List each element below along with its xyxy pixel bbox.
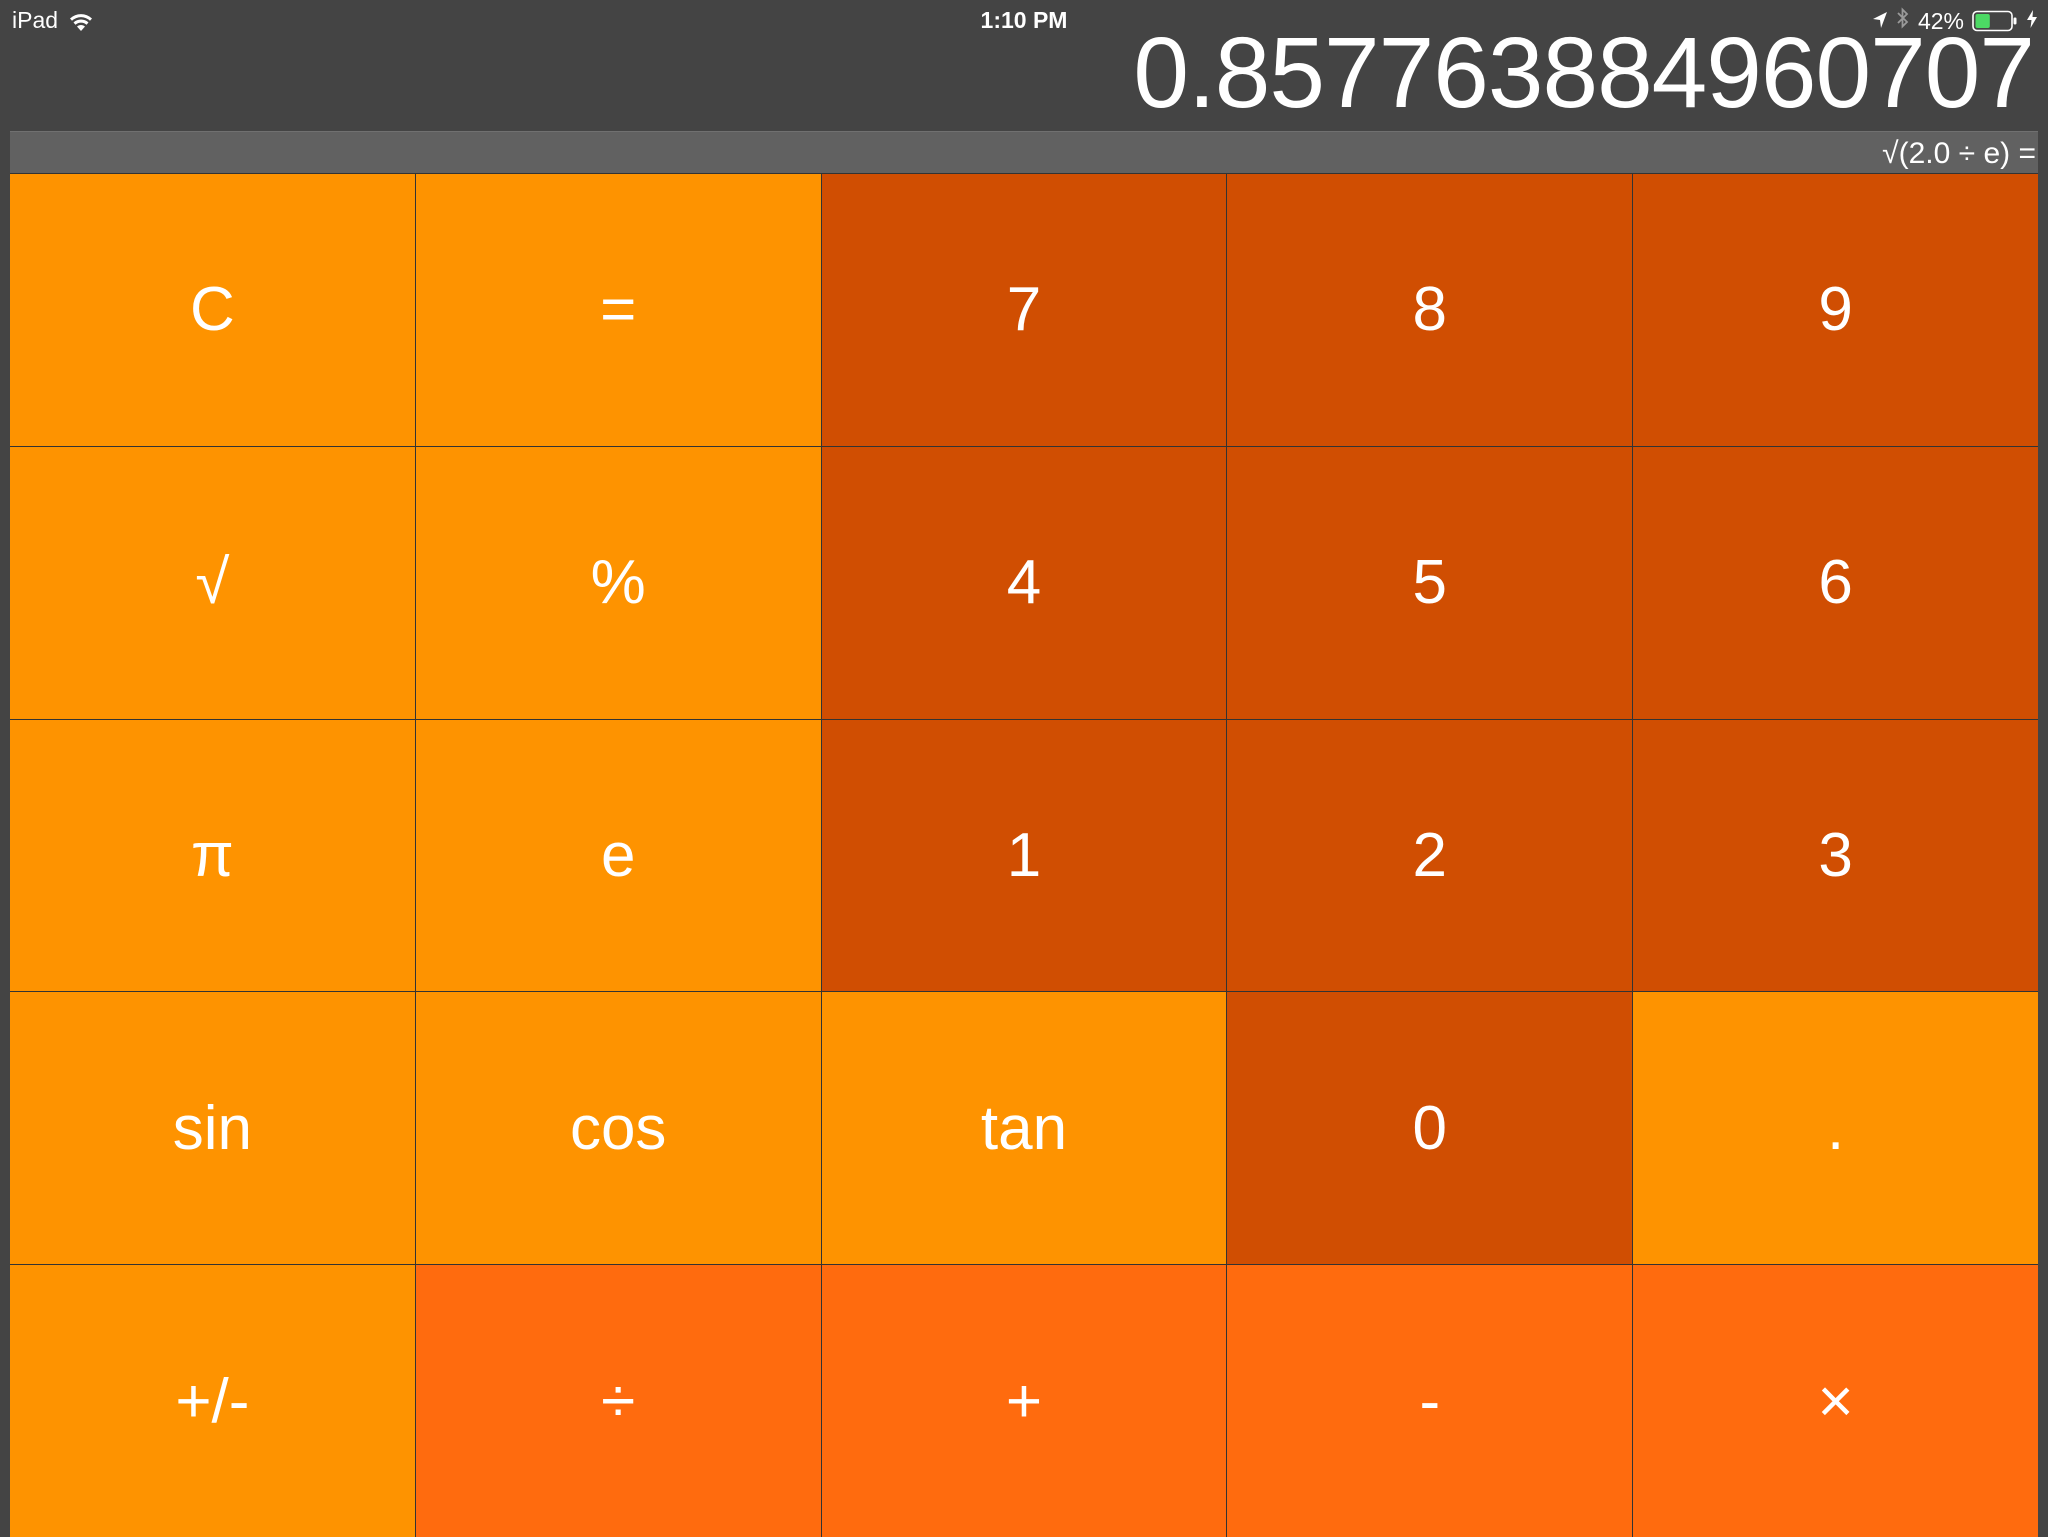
digit-2-button[interactable]: 2 bbox=[1227, 719, 1633, 992]
decimal-button[interactable]: . bbox=[1633, 992, 2038, 1265]
sqrt-button[interactable]: √ bbox=[10, 446, 415, 719]
expression-text: √(2.0 ÷ e) = bbox=[1882, 137, 2036, 170]
expression-bar: √(2.0 ÷ e) = bbox=[10, 131, 2038, 174]
cos-button[interactable]: cos bbox=[415, 992, 821, 1265]
clear-button[interactable]: C bbox=[10, 174, 415, 446]
divide-button[interactable]: ÷ bbox=[415, 1265, 821, 1537]
pi-button[interactable]: π bbox=[10, 719, 415, 992]
digit-0-button[interactable]: 0 bbox=[1227, 992, 1633, 1265]
digit-9-button[interactable]: 9 bbox=[1633, 174, 2038, 446]
tan-button[interactable]: tan bbox=[821, 992, 1227, 1265]
equals-button[interactable]: = bbox=[415, 174, 821, 446]
digit-5-button[interactable]: 5 bbox=[1227, 446, 1633, 719]
digit-7-button[interactable]: 7 bbox=[821, 174, 1227, 446]
digit-1-button[interactable]: 1 bbox=[821, 719, 1227, 992]
subtract-button[interactable]: - bbox=[1227, 1265, 1633, 1537]
multiply-button[interactable]: × bbox=[1633, 1265, 2038, 1537]
digit-8-button[interactable]: 8 bbox=[1227, 174, 1633, 446]
digit-4-button[interactable]: 4 bbox=[821, 446, 1227, 719]
add-button[interactable]: + bbox=[821, 1265, 1227, 1537]
result-display: 0.857763884960707 bbox=[1133, 17, 2035, 129]
euler-button[interactable]: e bbox=[415, 719, 821, 992]
digit-6-button[interactable]: 6 bbox=[1633, 446, 2038, 719]
negate-button[interactable]: +/- bbox=[10, 1265, 415, 1537]
sin-button[interactable]: sin bbox=[10, 992, 415, 1265]
percent-button[interactable]: % bbox=[415, 446, 821, 719]
keypad: C = 7 8 9 √% 4 5 6 π e 1 2 3 sin cos tan 0. +/- ÷ + - × bbox=[10, 173, 2038, 1537]
digit-3-button[interactable]: 3 bbox=[1633, 719, 2038, 992]
